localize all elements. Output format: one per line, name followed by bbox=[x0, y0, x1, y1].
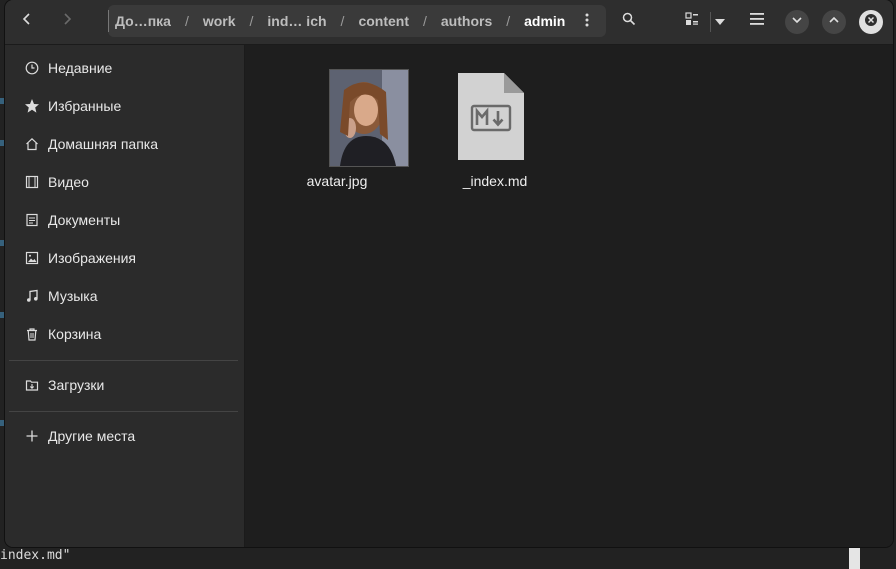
sidebar-divider bbox=[9, 411, 238, 412]
video-icon bbox=[24, 174, 40, 190]
breadcrumb-separator: / bbox=[423, 13, 427, 29]
breadcrumb-item[interactable]: work bbox=[197, 13, 242, 29]
minimize-button[interactable] bbox=[785, 10, 809, 34]
plus-icon bbox=[24, 428, 40, 444]
chevron-left-icon bbox=[19, 11, 35, 32]
breadcrumb-separator: / bbox=[506, 13, 511, 29]
terminal-scrollbar[interactable] bbox=[849, 547, 860, 569]
music-icon bbox=[24, 288, 40, 304]
trash-icon bbox=[24, 326, 40, 342]
sidebar-item-home[interactable]: Домашняя папка bbox=[5, 125, 244, 163]
clock-icon bbox=[24, 60, 40, 76]
close-icon bbox=[864, 13, 878, 32]
breadcrumb-item[interactable]: content bbox=[352, 13, 415, 29]
view-toggle-button[interactable] bbox=[675, 6, 709, 36]
chevron-down-icon bbox=[791, 13, 803, 31]
back-button[interactable] bbox=[10, 6, 44, 36]
caret-down-icon bbox=[715, 12, 725, 30]
chevron-right-icon bbox=[59, 11, 75, 32]
view-options-dropdown[interactable] bbox=[705, 6, 735, 36]
maximize-button[interactable] bbox=[822, 10, 846, 34]
image-thumbnail bbox=[329, 69, 409, 167]
vertical-ellipsis-icon bbox=[585, 13, 589, 30]
search-icon bbox=[622, 12, 636, 31]
chevron-up-icon bbox=[828, 13, 840, 31]
sidebar: Недавние Избранные Домашняя папка Видео … bbox=[5, 45, 245, 547]
terminal-bottom-line: index.md" bbox=[0, 548, 71, 563]
breadcrumb-separator: / bbox=[340, 13, 345, 29]
breadcrumb: До…пка / work / ind… ich / content / aut… bbox=[108, 5, 606, 37]
home-icon bbox=[24, 136, 40, 152]
hamburger-icon bbox=[750, 12, 764, 30]
sidebar-item-recent[interactable]: Недавние bbox=[5, 49, 244, 87]
sidebar-item-downloads[interactable]: Загрузки bbox=[5, 366, 244, 404]
sidebar-item-video[interactable]: Видео bbox=[5, 163, 244, 201]
sidebar-item-label: Недавние bbox=[48, 60, 113, 76]
sidebar-item-label: Другие места bbox=[48, 428, 136, 444]
path-menu-button[interactable] bbox=[572, 6, 602, 36]
document-icon bbox=[24, 212, 40, 228]
sidebar-item-label: Видео bbox=[48, 174, 89, 190]
breadcrumb-item[interactable]: ind… ich bbox=[261, 13, 332, 29]
sidebar-item-label: Избранные bbox=[48, 98, 122, 114]
list-view-icon bbox=[685, 11, 699, 31]
header-bar: До…пка / work / ind… ich / content / aut… bbox=[5, 0, 893, 45]
sidebar-item-label: Домашняя папка bbox=[48, 136, 159, 152]
breadcrumb-item[interactable]: До…пка bbox=[109, 13, 177, 29]
file-name: _index.md bbox=[462, 173, 528, 189]
sidebar-item-starred[interactable]: Избранные bbox=[5, 87, 244, 125]
star-icon bbox=[24, 98, 40, 114]
image-icon bbox=[24, 250, 40, 266]
file-manager-window: До…пка / work / ind… ich / content / aut… bbox=[5, 0, 893, 547]
sidebar-item-label: Изображения bbox=[48, 250, 136, 266]
main-menu-button[interactable] bbox=[740, 6, 774, 36]
close-button[interactable] bbox=[859, 10, 883, 34]
sidebar-item-trash[interactable]: Корзина bbox=[5, 315, 244, 353]
breadcrumb-separator: / bbox=[249, 13, 254, 29]
sidebar-item-images[interactable]: Изображения bbox=[5, 239, 244, 277]
sidebar-divider bbox=[9, 360, 238, 361]
sidebar-item-label: Документы bbox=[48, 212, 121, 228]
search-button[interactable] bbox=[612, 6, 646, 36]
file-grid: avatar.jpg _index.md bbox=[245, 45, 893, 547]
sidebar-item-label: Музыка bbox=[48, 288, 98, 304]
sidebar-item-label: Корзина bbox=[48, 326, 102, 342]
file-name: avatar.jpg bbox=[306, 173, 368, 189]
sidebar-item-music[interactable]: Музыка bbox=[5, 277, 244, 315]
breadcrumb-separator: / bbox=[184, 13, 189, 29]
markdown-file-icon bbox=[458, 73, 524, 160]
sidebar-item-other-places[interactable]: Другие места bbox=[5, 417, 244, 455]
forward-button[interactable] bbox=[50, 6, 84, 36]
breadcrumb-item[interactable]: authors bbox=[435, 13, 498, 29]
sidebar-item-documents[interactable]: Документы bbox=[5, 201, 244, 239]
sidebar-item-label: Загрузки bbox=[48, 377, 105, 393]
downloads-icon bbox=[24, 377, 40, 393]
breadcrumb-current[interactable]: admin bbox=[518, 13, 571, 29]
